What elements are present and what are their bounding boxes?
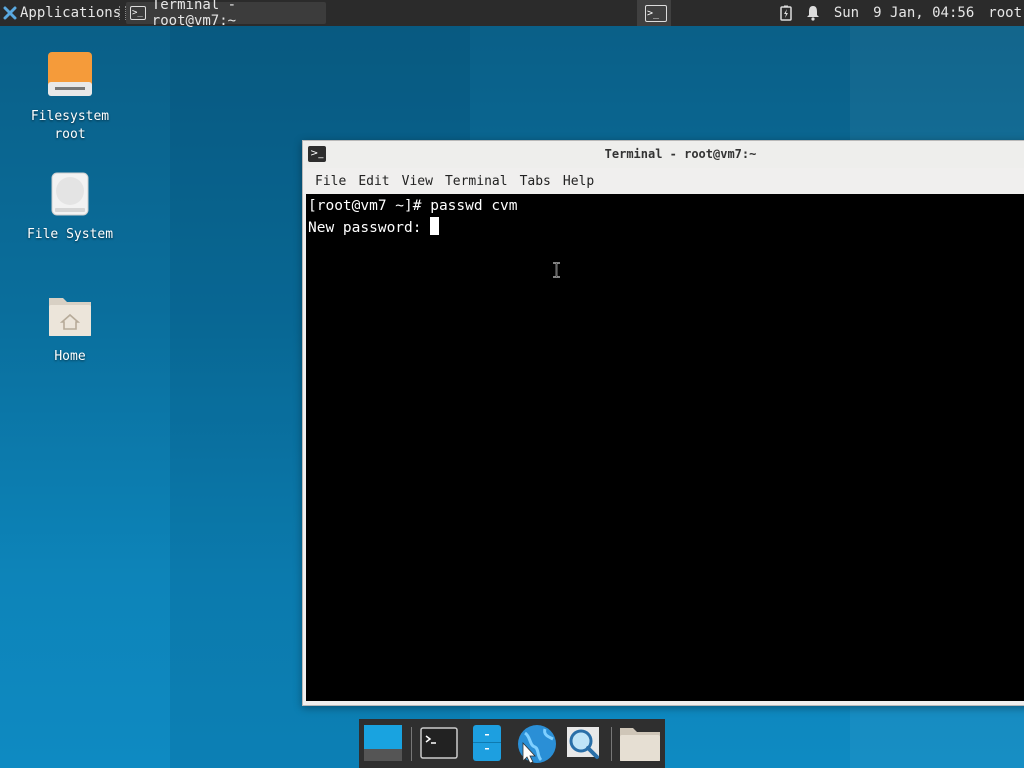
file-cabinet-icon <box>473 725 501 761</box>
workspace-1[interactable]: >_ <box>637 0 671 26</box>
home-folder-icon <box>49 298 91 336</box>
dock-web-browser-launcher[interactable] <box>515 723 556 764</box>
terminal-screen[interactable]: [root@vm7 ~]# passwd cvm New password: <box>306 194 1024 701</box>
folder-icon <box>620 728 660 761</box>
dock-terminal-launcher[interactable] <box>419 723 459 763</box>
desktop-icon-label: File System <box>26 227 114 242</box>
taskbar-terminal-label: Terminal - root@vm7:~ <box>151 0 237 29</box>
dock-separator <box>611 727 612 761</box>
desktop-icon-filesystem-root[interactable]: Filesystem root <box>15 50 125 144</box>
menu-bar: File Edit View Terminal Tabs Help <box>303 168 600 194</box>
ibeam-cursor-icon <box>553 262 560 278</box>
drive-icon <box>48 52 92 96</box>
applications-menu-button[interactable]: Applications <box>0 0 121 26</box>
terminal-window: >_ Terminal - root@vm7:~ File Edit View … <box>302 140 1024 706</box>
terminal-icon: >_ <box>645 5 667 22</box>
taskbar-terminal-button[interactable]: >_ Terminal - root@vm7:~ <box>126 0 326 29</box>
workspace-4[interactable] <box>739 0 773 26</box>
terminal-icon: >_ <box>130 6 146 20</box>
dock-search-launcher[interactable] <box>563 723 603 763</box>
system-tray: Sun 9 Jan, 04:56 root <box>780 0 1024 26</box>
applications-label: Applications <box>20 5 122 21</box>
dock-folder-launcher[interactable] <box>619 723 660 763</box>
desktop-icon-home[interactable]: Home <box>15 292 125 366</box>
notification-bell-icon[interactable] <box>806 5 820 21</box>
globe-icon <box>518 725 556 764</box>
window-title: Terminal - root@vm7:~ <box>604 147 757 161</box>
battery-icon[interactable] <box>780 5 792 21</box>
terminal-line: New password: <box>308 220 431 236</box>
window-titlebar[interactable]: >_ Terminal - root@vm7:~ <box>303 141 1024 168</box>
panel-separator <box>119 6 126 20</box>
terminal-icon <box>420 727 458 759</box>
menu-edit[interactable]: Edit <box>352 174 395 189</box>
dock-file-manager-launcher[interactable] <box>467 723 507 763</box>
workspace-2[interactable] <box>671 0 705 26</box>
clock-datetime[interactable]: 9 Jan, 04:56 <box>873 5 974 21</box>
dock-separator <box>411 727 412 761</box>
workspace-3[interactable] <box>705 0 739 26</box>
top-panel: Applications >_ Terminal - root@vm7:~ >_… <box>0 0 1024 29</box>
desktop-icon-label: Filesystem root <box>30 109 110 142</box>
desktop-icon-label: Home <box>54 349 86 364</box>
xfce-logo-icon <box>3 6 17 20</box>
terminal-line: [root@vm7 ~]# passwd cvm <box>308 198 518 214</box>
text-cursor <box>430 217 440 235</box>
terminal-line-prompt: New password: <box>308 217 1024 239</box>
show-desktop-icon <box>364 725 402 761</box>
hard-disk-icon <box>51 172 89 216</box>
show-desktop-button[interactable] <box>363 723 403 763</box>
user-menu[interactable]: root <box>988 5 1022 21</box>
desktop-icon-file-system[interactable]: File System <box>15 172 125 244</box>
menu-file[interactable]: File <box>309 174 352 189</box>
menu-view[interactable]: View <box>396 174 439 189</box>
menu-tabs[interactable]: Tabs <box>514 174 557 189</box>
menu-help[interactable]: Help <box>557 174 600 189</box>
menu-terminal[interactable]: Terminal <box>439 174 514 189</box>
magnifier-icon <box>567 727 599 759</box>
bottom-dock <box>359 719 665 768</box>
clock-day[interactable]: Sun <box>834 5 859 21</box>
